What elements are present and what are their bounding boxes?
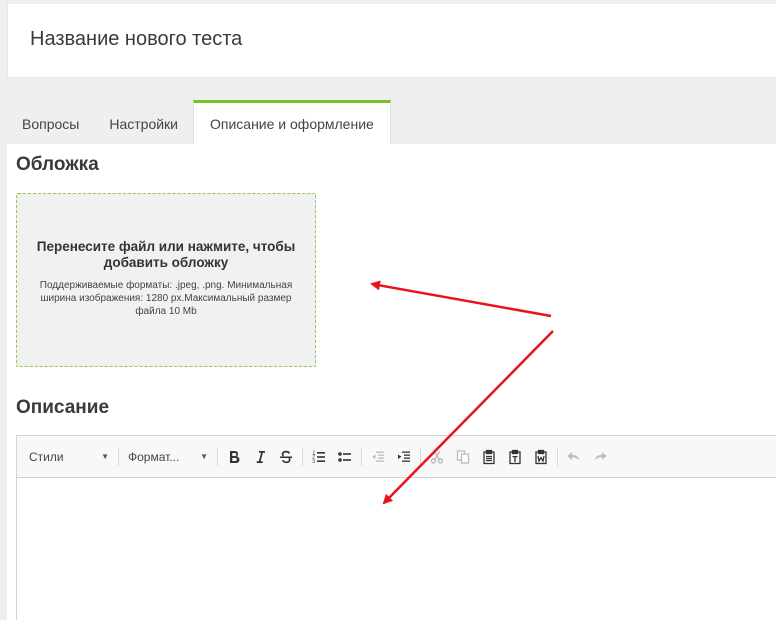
editor-content-area[interactable] [17,478,776,620]
test-title[interactable]: Название нового теста [30,28,242,51]
styles-dropdown[interactable]: Стили ▼ [23,444,115,470]
dropzone-title: Перенесите файл или нажмите, чтобы добав… [36,239,296,270]
increase-indent-icon [398,451,410,462]
toolbar-separator [302,447,303,466]
italic-icon [256,450,265,463]
tab-bar: Вопросы Настройки Описание и оформление [7,100,391,144]
bulleted-list-button[interactable] [332,444,358,470]
undo-button[interactable] [561,444,587,470]
toolbar-separator [361,447,362,466]
paste-icon [483,449,495,464]
paste-as-text-icon [509,449,521,464]
strikethrough-button[interactable] [273,444,299,470]
redo-icon [594,451,607,460]
editor-toolbar: Стили ▼ Формат... ▼ 123 [17,436,776,478]
format-dropdown[interactable]: Формат... ▼ [122,444,214,470]
dropzone-hint: Поддерживаемые форматы: .jpeg, .png. Мин… [39,280,293,317]
decrease-indent-button[interactable] [365,444,391,470]
numbered-list-icon: 123 [312,450,325,465]
cut-button[interactable] [424,444,450,470]
copy-button[interactable] [450,444,476,470]
bulleted-list-icon [338,451,351,462]
toolbar-separator [217,447,218,466]
cover-dropzone[interactable]: Перенесите файл или нажмите, чтобы добав… [16,193,316,367]
format-dropdown-label: Формат... [128,449,180,464]
toolbar-separator [420,447,421,466]
test-title-card: Название нового теста [7,4,776,78]
description-editor: Стили ▼ Формат... ▼ 123 [16,435,776,620]
paste-from-word-button[interactable] [528,444,554,470]
paste-from-word-icon [535,449,547,464]
bold-icon [230,450,240,463]
italic-button[interactable] [247,444,273,470]
tab-questions[interactable]: Вопросы [7,100,94,144]
toolbar-separator [557,447,558,466]
undo-icon [567,451,580,460]
numbered-list-button[interactable]: 123 [306,444,332,470]
strikethrough-icon [280,450,292,463]
cut-icon [430,450,444,464]
toolbar-separator [118,447,119,466]
bold-button[interactable] [221,444,247,470]
tab-settings[interactable]: Настройки [94,100,193,144]
chevron-down-icon: ▼ [200,452,208,461]
tab-description-design[interactable]: Описание и оформление [193,100,391,144]
paste-as-text-button[interactable] [502,444,528,470]
chevron-down-icon: ▼ [101,452,109,461]
svg-text:3: 3 [312,459,315,465]
description-heading: Описание [16,397,110,418]
cover-heading: Обложка [16,154,99,175]
copy-icon [456,449,470,464]
styles-dropdown-label: Стили [29,449,64,464]
tab-panel: Обложка Перенесите файл или нажмите, что… [7,144,776,620]
decrease-indent-icon [372,451,384,462]
paste-button[interactable] [476,444,502,470]
increase-indent-button[interactable] [391,444,417,470]
redo-button[interactable] [587,444,613,470]
